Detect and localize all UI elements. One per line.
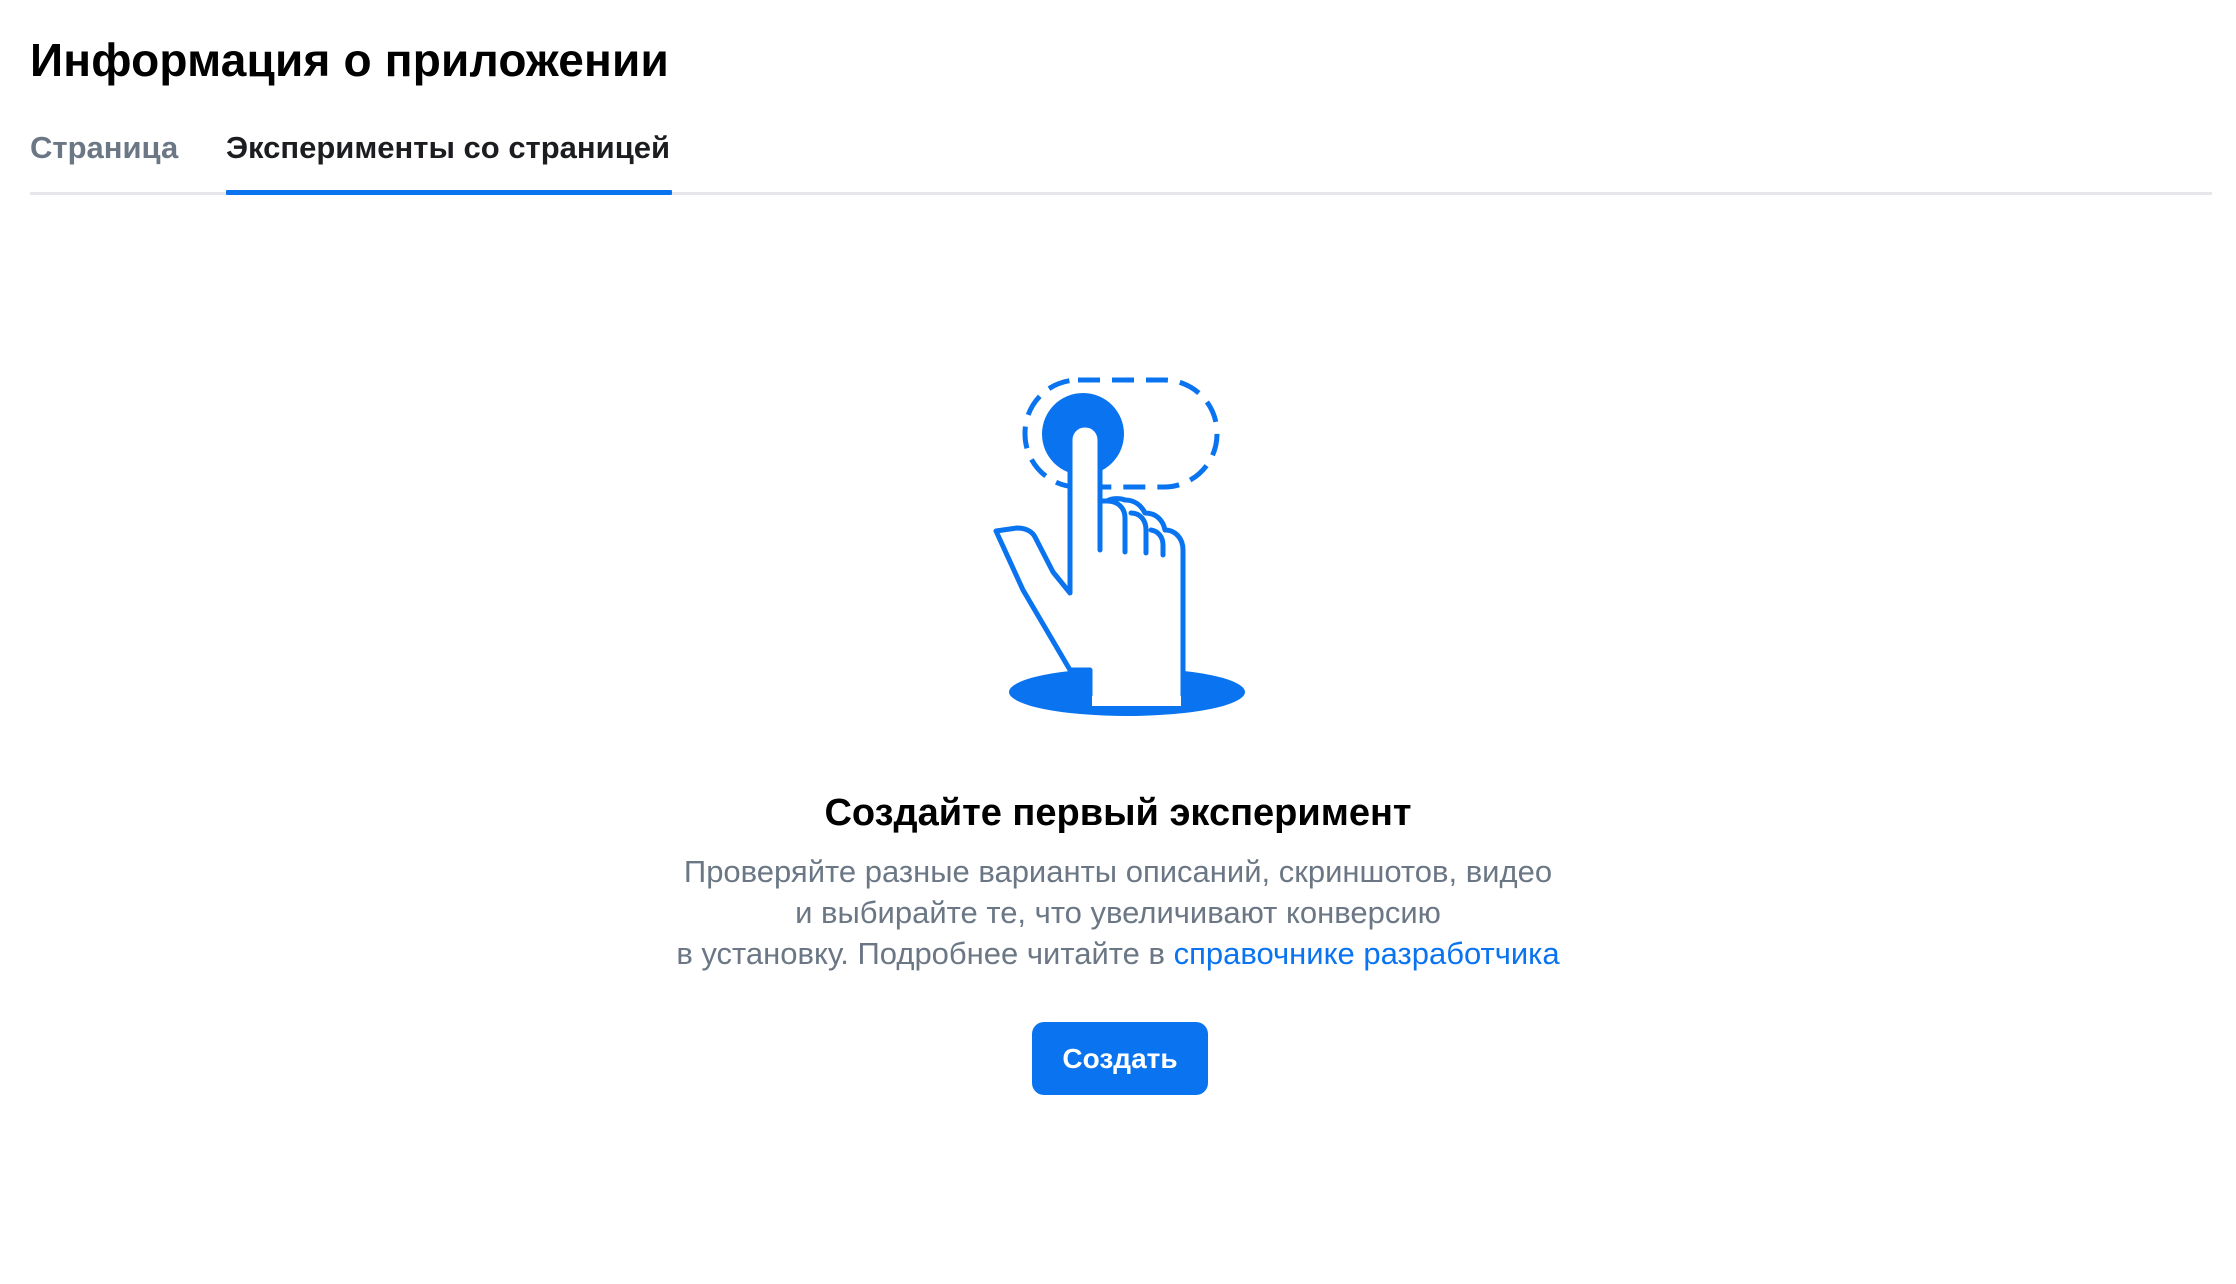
- empty-state-title: Создайте первый эксперимент: [824, 792, 1412, 834]
- tab-page[interactable]: Страница: [30, 126, 178, 190]
- empty-state-description: Проверяйте разные варианты описаний, скр…: [0, 851, 2236, 974]
- tab-page-experiments[interactable]: Эксперименты со страницей: [226, 126, 670, 190]
- description-line-2: и выбирайте те, что увеличивают конверси…: [795, 895, 1441, 930]
- developer-guide-link[interactable]: справочнике разработчика: [1174, 936, 1560, 971]
- hand-pointer-tap-icon: [993, 377, 1245, 716]
- page-title: Информация о приложении: [30, 34, 669, 86]
- create-experiment-button[interactable]: Создать: [1032, 1022, 1208, 1095]
- tab-bar: Страница Эксперименты со страницей: [30, 116, 2212, 195]
- app-info-page: Информация о приложении Страница Экспери…: [0, 0, 2236, 1284]
- active-tab-indicator: [226, 190, 672, 195]
- description-line-3: в установку. Подробнее читайте в справоч…: [0, 933, 2236, 974]
- description-line-1: Проверяйте разные варианты описаний, скр…: [683, 854, 1553, 889]
- description-line-3-text: в установку. Подробнее читайте в: [676, 936, 1174, 971]
